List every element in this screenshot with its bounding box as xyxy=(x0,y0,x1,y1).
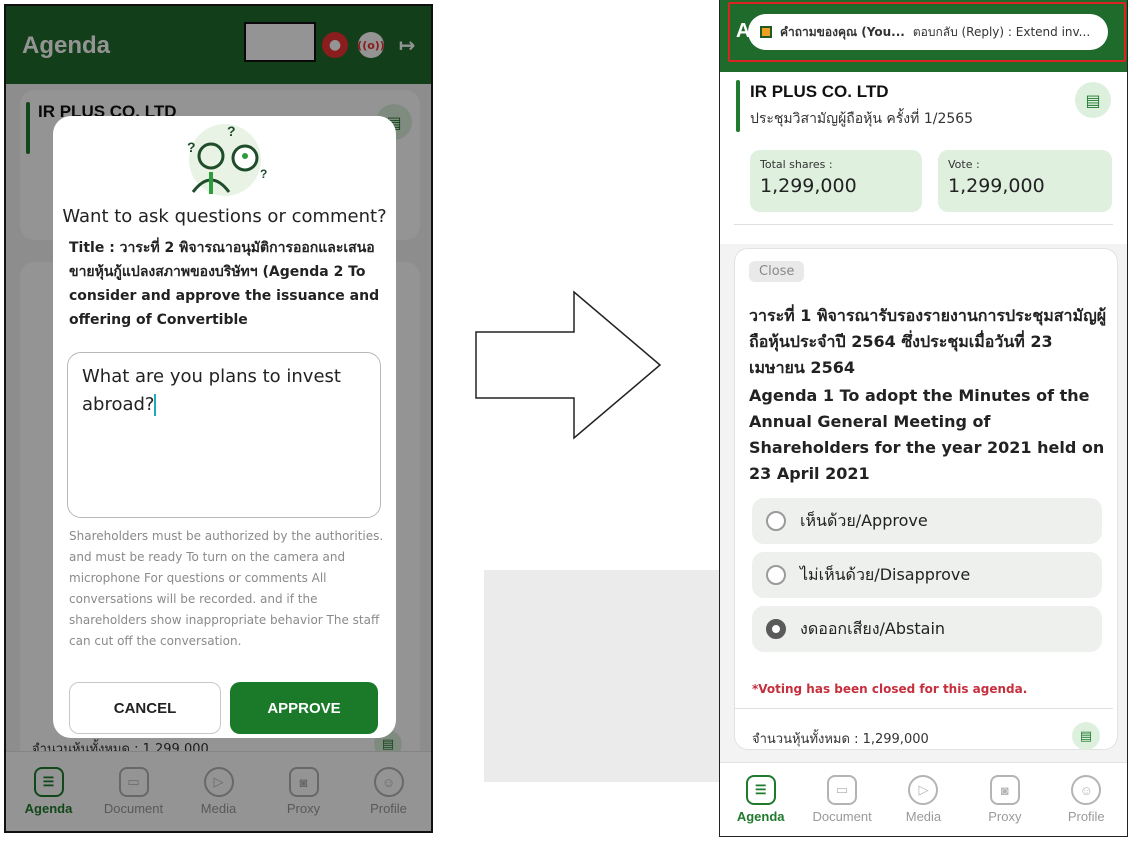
agenda-title-th: วาระที่ 1 พิจารณารับรองรายงานการประชุมสา… xyxy=(749,306,1107,377)
notification-banner[interactable]: คำถามของคุณ (You... ตอบกลับ (Reply) : Ex… xyxy=(748,14,1108,50)
question-text: What are you plans to invest abroad? xyxy=(82,366,341,415)
option-label: เห็นด้วย/Approve xyxy=(800,510,928,530)
radio-selected-icon xyxy=(766,619,786,639)
text-cursor xyxy=(154,394,157,416)
question-textarea[interactable]: What are you plans to invest abroad? xyxy=(67,352,381,518)
nav-label: Profile xyxy=(1067,809,1105,824)
total-shares-label: Total shares : xyxy=(760,158,833,171)
accent-bar xyxy=(736,80,740,132)
right-arrow-icon xyxy=(475,290,662,440)
play-icon: ▷ xyxy=(908,775,939,805)
svg-text:?: ? xyxy=(260,167,267,181)
notification-message: ตอบกลับ (Reply) : Extend inv... xyxy=(912,24,1091,39)
bottom-nav: ☰ Agenda ▭ Document ▷ Media ◙ Proxy ☺ Profile xyxy=(720,762,1127,836)
nav-label: Agenda xyxy=(736,809,785,824)
content-area: IR PLUS CO. LTD ประชุมวิสามัญผู้ถือหุ้น … xyxy=(720,72,1127,836)
ask-question-modal: ? ? ? Want to ask questions or comment? … xyxy=(53,116,396,738)
nav-agenda[interactable]: ☰ Agenda xyxy=(726,775,796,824)
cancel-button[interactable]: CANCEL xyxy=(69,682,221,734)
option-approve[interactable]: เห็นด้วย/Approve xyxy=(752,498,1102,544)
meeting-name: ประชุมวิสามัญผู้ถือหุ้น ครั้งที่ 1/2565 xyxy=(750,111,974,127)
proxy-icon: ◙ xyxy=(989,775,1020,805)
agenda-title: Title : วาระที่ 2 พิจารณาอนุมัติการออกแล… xyxy=(69,240,380,328)
svg-text:?: ? xyxy=(227,123,236,139)
status-badge: Close xyxy=(749,261,805,282)
voting-closed-notice: *Voting has been closed for this agenda. xyxy=(752,682,1028,696)
company-card: IR PLUS CO. LTD ประชุมวิสามัญผู้ถือหุ้น … xyxy=(720,72,1127,244)
agenda-title-en: Agenda 1 To adopt the Minutes of the Ann… xyxy=(749,386,1105,483)
recording-notice: Shareholders must be authorized by the a… xyxy=(69,529,384,648)
option-label: งดออกเสียง/Abstain xyxy=(800,618,946,638)
nav-label: Proxy xyxy=(988,809,1022,824)
agenda-icon: ☰ xyxy=(745,775,776,805)
folder-icon: ▭ xyxy=(827,775,858,805)
app-badge-icon xyxy=(760,26,772,38)
divider xyxy=(734,708,1113,709)
nav-profile[interactable]: ☺ Profile xyxy=(1051,775,1121,824)
svg-text:?: ? xyxy=(187,139,196,155)
nav-media[interactable]: ▷ Media xyxy=(888,775,958,824)
nav-label: Media xyxy=(905,809,942,824)
question-illustration-icon: ? ? ? xyxy=(187,123,267,196)
left-screen: Agenda ● ((o)) ↦ IR PLUS CO. LTD ▤ จำนวน… xyxy=(4,4,433,833)
option-abstain[interactable]: งดออกเสียง/Abstain xyxy=(752,606,1102,652)
grey-placeholder xyxy=(484,570,720,782)
radio-unselected-icon xyxy=(766,511,786,531)
right-screen: A คำถามของคุณ (You... ตอบกลับ (Reply) : … xyxy=(719,0,1128,837)
vote-value: 1,299,000 xyxy=(948,175,1045,197)
total-shares-stat: Total shares : 1,299,000 xyxy=(750,150,922,212)
profile-icon: ☺ xyxy=(1071,775,1102,805)
notification-sender: คำถามของคุณ (You... xyxy=(780,24,905,39)
option-label: ไม่เห็นด้วย/Disapprove xyxy=(800,564,971,584)
vote-label: Vote : xyxy=(948,158,980,171)
divider xyxy=(734,224,1113,225)
nav-document[interactable]: ▭ Document xyxy=(807,775,877,824)
approve-button[interactable]: APPROVE xyxy=(230,682,378,734)
nav-label: Document xyxy=(812,809,872,824)
nav-proxy[interactable]: ◙ Proxy xyxy=(970,775,1040,824)
footer-shares: จำนวนหุ้นทั้งหมด : 1,299,000 xyxy=(752,732,929,747)
footer-document-icon[interactable]: ▤ xyxy=(1072,722,1100,750)
vote-stat: Vote : 1,299,000 xyxy=(938,150,1112,212)
company-name: IR PLUS CO. LTD xyxy=(750,82,889,101)
modal-heading: Want to ask questions or comment? xyxy=(62,206,387,227)
radio-unselected-icon xyxy=(766,565,786,585)
option-disapprove[interactable]: ไม่เห็นด้วย/Disapprove xyxy=(752,552,1102,598)
document-icon[interactable]: ▤ xyxy=(1075,82,1111,118)
total-shares-value: 1,299,000 xyxy=(760,175,857,197)
